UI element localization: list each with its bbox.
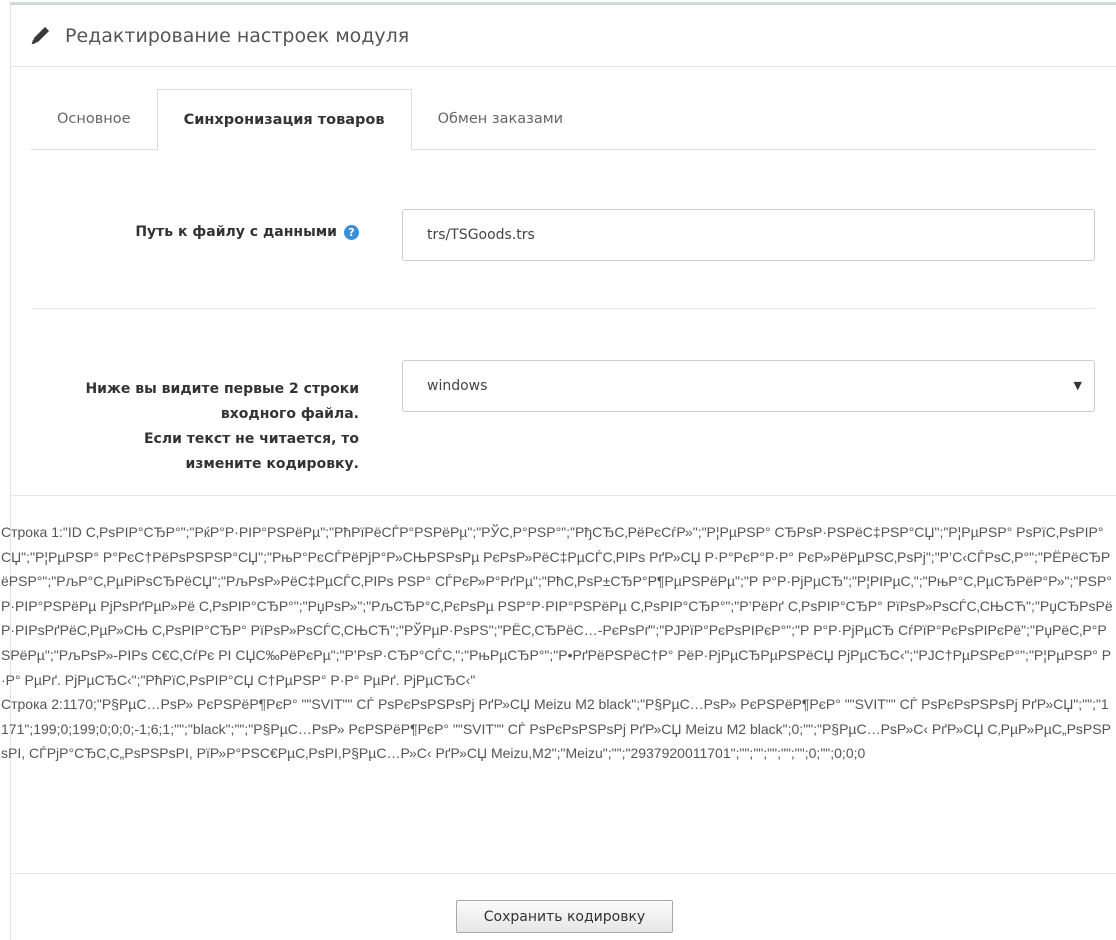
tab-order-exchange[interactable]: Обмен заказами bbox=[412, 89, 590, 150]
file-path-label-text: Путь к файлу с данными bbox=[135, 224, 337, 240]
file-path-row: Путь к файлу с данными ? trs/TSGoods.trs bbox=[11, 209, 1116, 261]
encoding-label-line: Если текст не читается, то bbox=[143, 431, 359, 447]
panel-heading: Редактирование настроек модуля bbox=[11, 5, 1116, 67]
file-path-label: Путь к файлу с данными ? bbox=[135, 224, 359, 240]
pencil-icon bbox=[31, 26, 50, 44]
encoding-label: Ниже вы видите первые 2 строки входного … bbox=[85, 377, 359, 477]
file-path-input[interactable]: trs/TSGoods.trs bbox=[402, 209, 1095, 261]
tab-goods-sync[interactable]: Синхронизация товаров bbox=[156, 89, 412, 151]
help-icon[interactable]: ? bbox=[344, 224, 359, 240]
divider bbox=[31, 308, 1095, 309]
divider bbox=[11, 495, 1116, 496]
encoding-label-line: Ниже вы видите первые 2 строки bbox=[85, 381, 359, 397]
tab-general[interactable]: Основное bbox=[31, 89, 157, 150]
encoding-row: Ниже вы видите первые 2 строки входного … bbox=[11, 360, 1116, 480]
encoding-label-line: измените кодировку. bbox=[185, 456, 359, 472]
tab-bar: Основное Синхронизация товаров Обмен зак… bbox=[31, 89, 1095, 151]
divider bbox=[11, 873, 1116, 874]
encoding-label-line: входного файла. bbox=[220, 406, 359, 422]
chevron-down-icon: ▼ bbox=[1073, 379, 1082, 392]
encoding-select[interactable]: windows ▼ bbox=[402, 360, 1095, 412]
file-preview-line: Строка 1:"ID С‚РѕРІР°СЂР°";"РќР°Р·РІР°РЅ… bbox=[1, 524, 1113, 688]
save-encoding-button[interactable]: Сохранить кодировку bbox=[456, 900, 673, 933]
page-title: Редактирование настроек модуля bbox=[65, 24, 410, 47]
module-settings-panel: Редактирование настроек модуля Основное … bbox=[1, 2, 1116, 940]
encoding-selected-value: windows bbox=[427, 378, 488, 394]
file-preview: Строка 1:"ID С‚РѕРІР°СЂР°";"РќР°Р·РІР°РЅ… bbox=[1, 520, 1116, 766]
file-preview-line: Строка 2:1170;"Р§РµС…РѕР» РєРЅРёР¶РєР° "… bbox=[1, 696, 1111, 762]
